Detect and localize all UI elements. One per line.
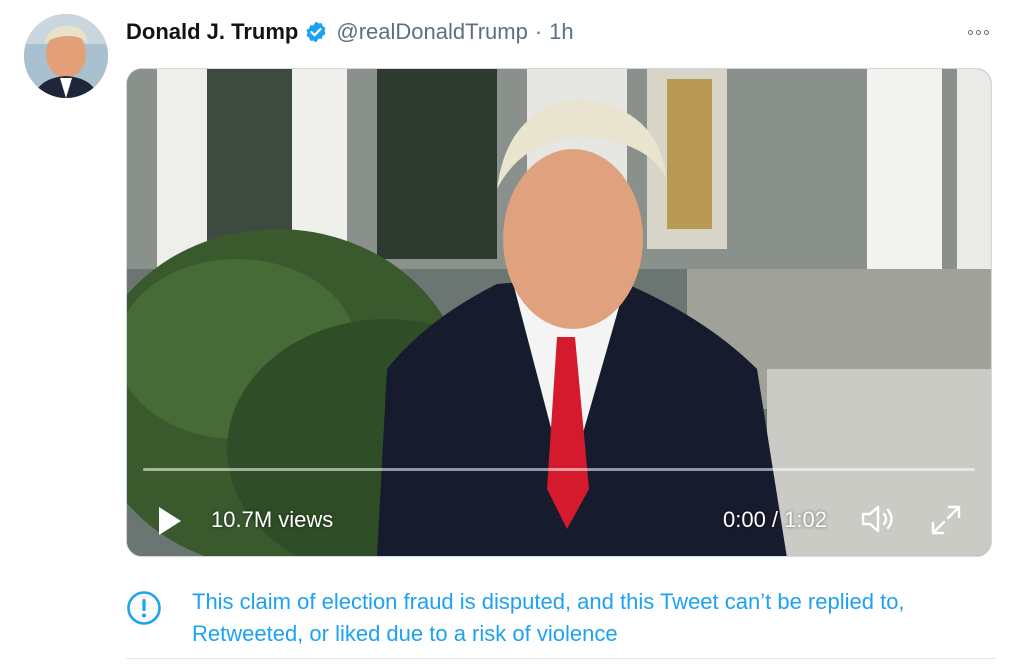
profile-avatar[interactable] — [24, 14, 108, 98]
disputed-claim-notice: This claim of election fraud is disputed… — [126, 586, 992, 650]
view-count: 10.7M views — [211, 507, 334, 532]
video-progress-bar[interactable] — [143, 468, 975, 471]
more-options-icon[interactable] — [958, 18, 998, 46]
display-name[interactable]: Donald J. Trump — [126, 19, 298, 45]
video-thumbnail — [127, 69, 991, 556]
fullscreen-icon[interactable] — [927, 501, 965, 539]
notice-text-link[interactable]: This claim of election fraud is disputed… — [192, 586, 992, 650]
tweet-timestamp[interactable]: 1h — [549, 19, 573, 45]
separator-dot: · — [534, 19, 543, 44]
tweet-divider — [126, 658, 996, 659]
video-timecode: 0:00 / 1:02 — [723, 507, 827, 532]
tweet-header: Donald J. Trump @realDonaldTrump · 1h — [126, 16, 574, 48]
user-handle[interactable]: @realDonaldTrump — [336, 19, 527, 45]
avatar-image — [24, 14, 108, 98]
exclamation-circle-icon — [126, 590, 162, 626]
verified-badge-icon — [304, 20, 328, 44]
volume-icon[interactable] — [859, 501, 899, 537]
video-player[interactable]: 10.7M views 0:00 / 1:02 — [126, 68, 992, 557]
play-icon[interactable] — [151, 503, 187, 539]
